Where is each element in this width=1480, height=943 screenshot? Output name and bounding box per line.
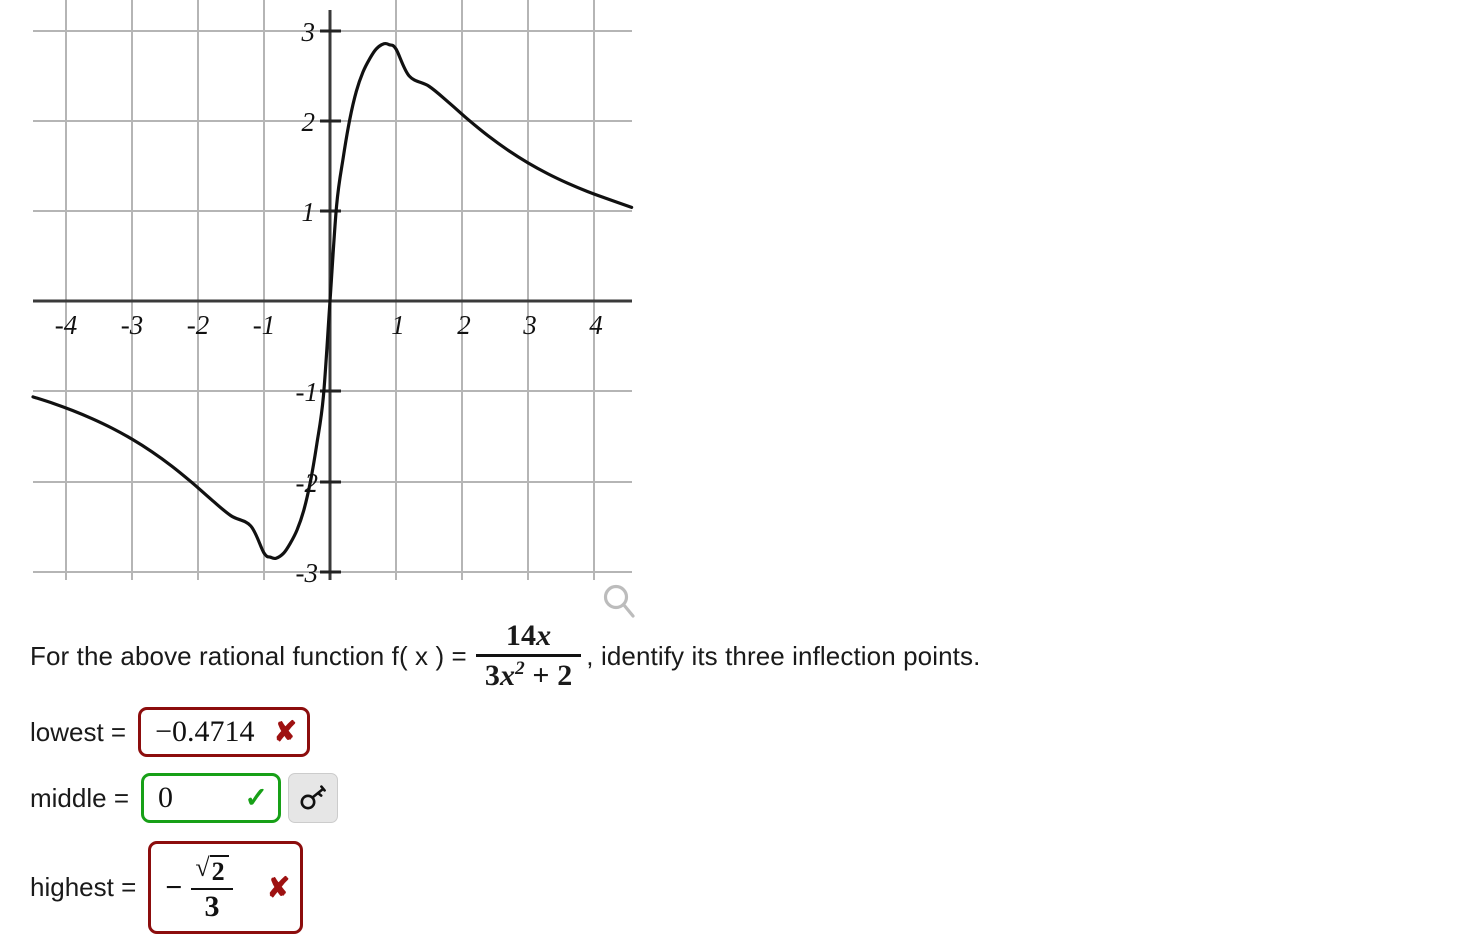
denominator-plus: + (532, 658, 550, 692)
x-tick-label-neg1: -1 (253, 310, 276, 340)
answer-input-lowest[interactable]: −0.4714 ✘ (138, 707, 311, 757)
status-badge-incorrect-highest: ✘ (266, 871, 291, 903)
x-tick-label-3: 3 (522, 310, 537, 340)
answer-input-highest[interactable]: − √ 2 3 ✘ (148, 841, 304, 934)
y-tick-label-3: 3 (301, 17, 316, 47)
y-tick-label-1: 1 (302, 197, 316, 227)
status-badge-incorrect-lowest: ✘ (273, 716, 298, 747)
fraction-denominator: 3x2 + 2 (476, 657, 581, 692)
denominator-constant: 2 (557, 658, 573, 692)
answer-input-middle[interactable]: 0 ✓ (141, 773, 281, 823)
answer-value-highest: − √ 2 3 (165, 851, 235, 923)
x-tick-label-4: 4 (589, 310, 603, 340)
square-root-expression: √ 2 (195, 853, 229, 887)
numerator-variable: x (536, 619, 552, 652)
answer-label-lowest: lowest = (30, 716, 127, 747)
x-tick-label-neg4: -4 (55, 310, 78, 340)
x-tick-label-neg3: -3 (121, 310, 144, 340)
highest-denominator: 3 (204, 890, 220, 924)
highest-negative-sign: − (165, 870, 183, 904)
x-tick-label-2: 2 (457, 310, 471, 340)
x-tick-label-neg2: -2 (187, 310, 210, 340)
answer-value-middle: 0 (158, 781, 173, 814)
magnifier-icon[interactable] (600, 583, 638, 623)
y-tick-label-neg3: -3 (296, 558, 319, 588)
denominator-coefficient: 3 (484, 658, 500, 692)
denominator-exponent: 2 (515, 657, 525, 679)
answer-label-middle: middle = (30, 782, 129, 813)
function-graph-panel: 3 2 1 -1 -2 -3 -4 -3 -2 -1 1 2 3 4 (0, 0, 680, 618)
answer-label-highest: highest = (30, 872, 137, 902)
y-tick-label-2: 2 (302, 107, 316, 137)
radicand-value: 2 (209, 855, 229, 887)
key-icon (300, 785, 326, 810)
answer-row-highest: highest = − √ 2 3 ✘ (30, 841, 304, 934)
rational-function-fraction: 14x 3x2 + 2 (475, 619, 582, 692)
status-badge-correct-middle: ✓ (244, 782, 268, 813)
function-graph-svg: 3 2 1 -1 -2 -3 -4 -3 -2 -1 1 2 3 4 (31, 0, 634, 588)
answer-row-middle: middle = 0 ✓ (30, 773, 338, 823)
answer-row-lowest: lowest = −0.4714 ✘ (30, 707, 311, 757)
fraction-numerator: 14x (497, 619, 560, 654)
highest-numerator: √ 2 (191, 851, 232, 888)
x-tick-label-1: 1 (391, 310, 405, 340)
show-answer-key-button[interactable] (288, 773, 338, 823)
question-prompt: For the above rational function f( x ) =… (30, 619, 981, 692)
numerator-coefficient: 14 (505, 619, 537, 652)
denominator-variable: x (499, 658, 516, 692)
radical-sign: √ (195, 853, 210, 883)
prompt-tail-text: , identify its three inflection points. (586, 640, 981, 671)
prompt-lead-text: For the above rational function f( x ) = (30, 640, 467, 671)
highest-fraction: √ 2 3 (191, 851, 233, 924)
answer-value-lowest: −0.4714 (155, 715, 255, 748)
y-tick-label-neg1: -1 (296, 377, 319, 407)
